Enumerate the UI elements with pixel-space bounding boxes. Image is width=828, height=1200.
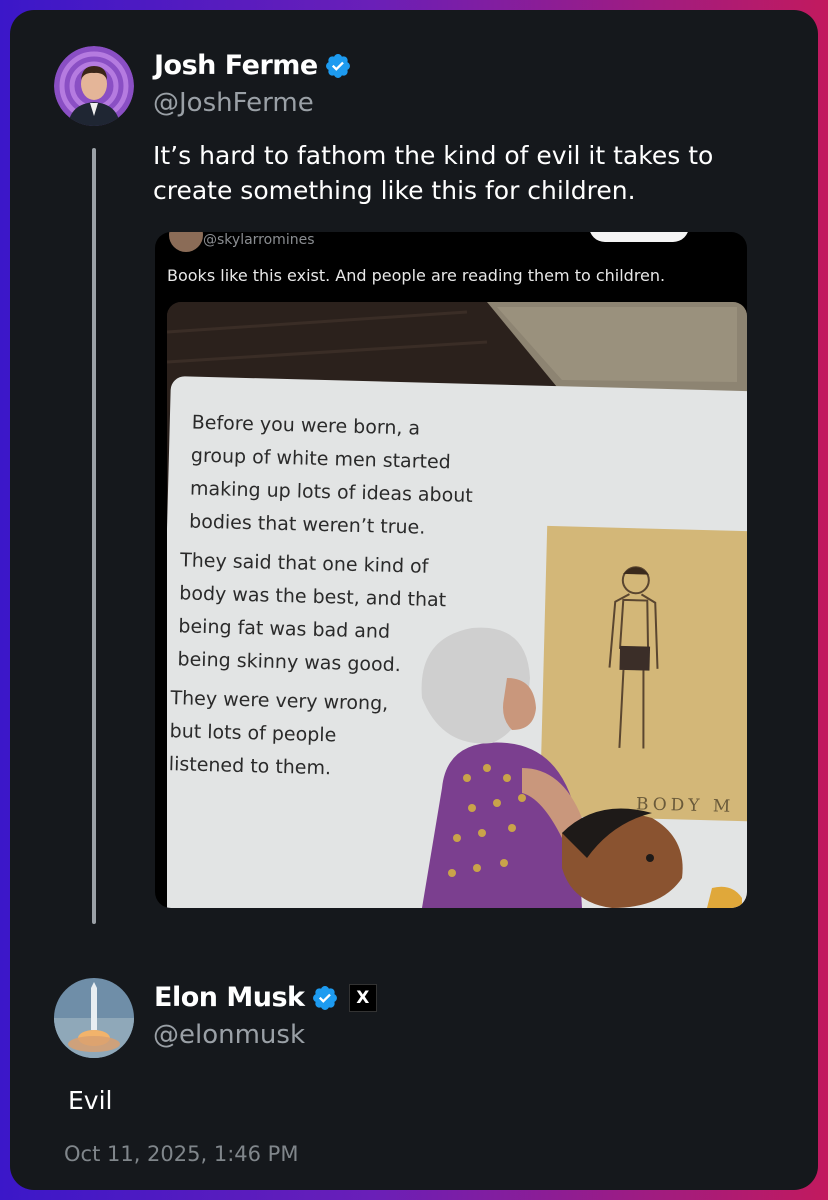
reply-author-handle[interactable]: @elonmusk xyxy=(153,1020,305,1050)
parent-author-handle[interactable]: @JoshFerme xyxy=(153,88,314,118)
quoted-user-avatar xyxy=(169,232,203,252)
parent-tweet-text: It’s hard to fathom the kind of evil it … xyxy=(153,141,714,205)
tweet-timestamp[interactable]: Oct 11, 2025, 1:46 PM xyxy=(64,1142,298,1166)
book-paragraph-3: They were very wrong, but lots of people… xyxy=(168,687,389,780)
book-paragraph-1: Before you were born, a group of white m… xyxy=(188,411,474,539)
rocket-launch-avatar-icon xyxy=(54,978,134,1058)
tweet-media-image[interactable]: @skylarromines Books like this exist. An… xyxy=(155,232,747,908)
quoted-user-handle: @skylarromines xyxy=(203,232,315,248)
quoted-tweet-caption: Books like this exist. And people are re… xyxy=(167,266,666,285)
x-affiliate-badge-icon[interactable]: X xyxy=(348,983,377,1012)
verified-badge-icon xyxy=(325,53,350,78)
thread-connector-line xyxy=(92,148,96,924)
book-photo: Before you were born, a group of white m… xyxy=(167,302,747,908)
parent-author-name-row[interactable]: Josh Ferme xyxy=(154,50,352,81)
reply-author-name-row[interactable]: Elon Musk X xyxy=(154,982,377,1013)
tweet-card: Josh Ferme @JoshFerme It’s hard to fatho… xyxy=(10,10,818,1190)
reply-tweet-text: Evil xyxy=(68,1086,113,1115)
parent-author-name[interactable]: Josh Ferme xyxy=(154,50,318,81)
book-paragraph-2: They said that one kind of body was the … xyxy=(177,549,447,677)
verified-badge-icon xyxy=(312,985,337,1010)
josh-ferme-avatar[interactable] xyxy=(54,46,134,126)
quoted-follow-button xyxy=(589,232,689,242)
elon-musk-avatar[interactable] xyxy=(54,978,134,1058)
woman-and-child-illustration-icon xyxy=(421,627,742,908)
person-avatar-icon xyxy=(54,46,134,126)
reply-author-name[interactable]: Elon Musk xyxy=(154,982,305,1013)
